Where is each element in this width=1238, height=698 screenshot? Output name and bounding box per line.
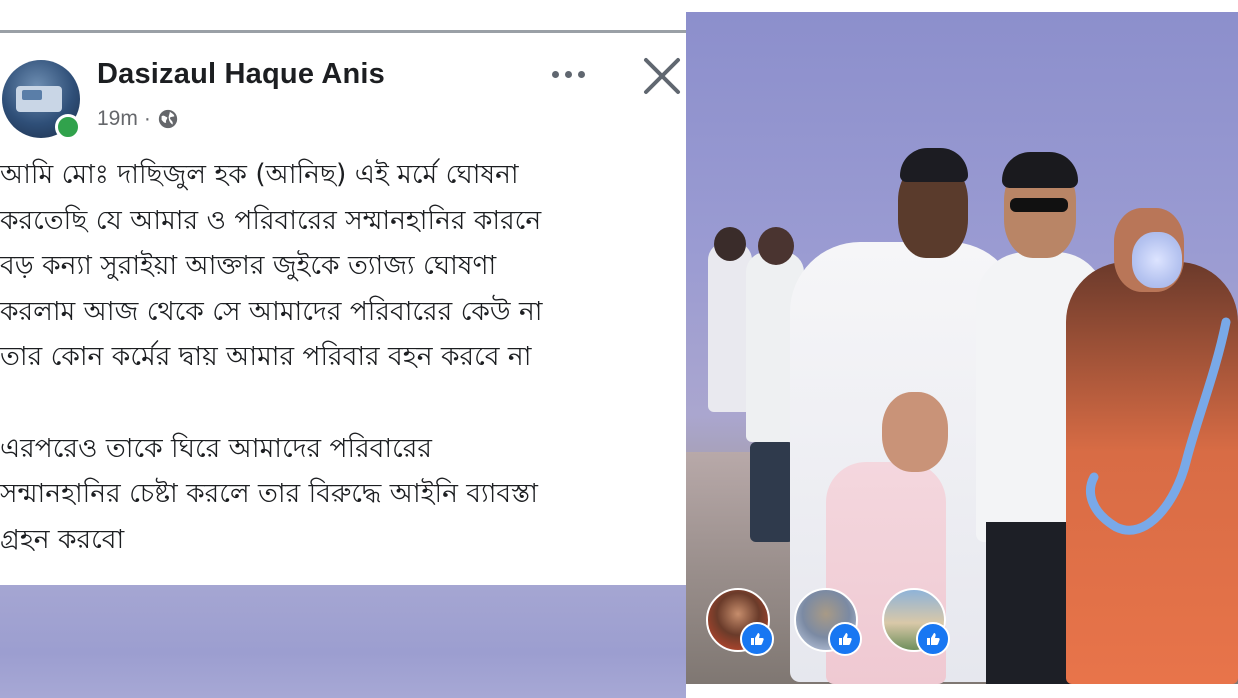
post-text-line: সন্মানহানির চেষ্টা করলে তার বিরুদ্ধে আইন… (0, 478, 538, 509)
background-person (758, 227, 794, 265)
globe-icon[interactable] (157, 108, 179, 130)
post-text-line: গ্রহন করবো (0, 523, 125, 555)
divider (0, 30, 686, 33)
scribble-mark (1086, 317, 1231, 535)
post-text-line: আমি মোঃ দাছিজুল হক (আনিছ) এই মর্মে ঘোষনা (0, 159, 519, 190)
meta-separator: · (143, 107, 151, 130)
post-timestamp[interactable]: 19m (97, 107, 138, 131)
reactions-row[interactable] (706, 588, 966, 658)
child-head (882, 392, 948, 472)
more-horizontal-icon (551, 70, 559, 78)
author-name[interactable]: Dasizaul Haque Anis (97, 58, 385, 91)
like-icon (740, 622, 774, 656)
post-text: আমি মোঃ দাছিজুল হক (আনিছ) এই মর্মে ঘোষনা… (0, 152, 682, 562)
young-man-hair (1002, 152, 1078, 188)
post-meta: 19m · (97, 104, 179, 134)
face-blur-sticker (1132, 232, 1182, 288)
background-strip (0, 585, 686, 698)
man-cap (900, 148, 968, 182)
online-status-icon (55, 114, 81, 140)
post-text-line: বড় কন্যা সুরাইয়া আক্তার জুইকে ত্যাজ্য … (0, 250, 497, 281)
bottom-margin (686, 684, 1238, 698)
post-photo[interactable] (686, 12, 1238, 684)
like-icon (916, 622, 950, 656)
post-text-line: করতেছি যে আমার ও পরিবারের সম্মানহানির কা… (0, 204, 542, 236)
post-panel: Dasizaul Haque Anis 19m · আমি মোঃ দাছিজু… (0, 0, 686, 698)
close-icon[interactable] (638, 52, 686, 100)
post-text-line: করলাম আজ থেকে সে আমাদের পরিবারের কেউ না (0, 295, 543, 327)
post-text-line: তার কোন কর্মের দ্বায় আমার পরিবার বহন কর… (0, 341, 532, 372)
more-options-button[interactable] (540, 56, 596, 92)
post-text-line: এরপরেও তাকে ঘিরে আমাদের পরিবারের (0, 432, 432, 464)
background-person (714, 227, 746, 261)
background-person (750, 442, 794, 542)
sunglasses (1010, 198, 1068, 212)
like-icon (828, 622, 862, 656)
